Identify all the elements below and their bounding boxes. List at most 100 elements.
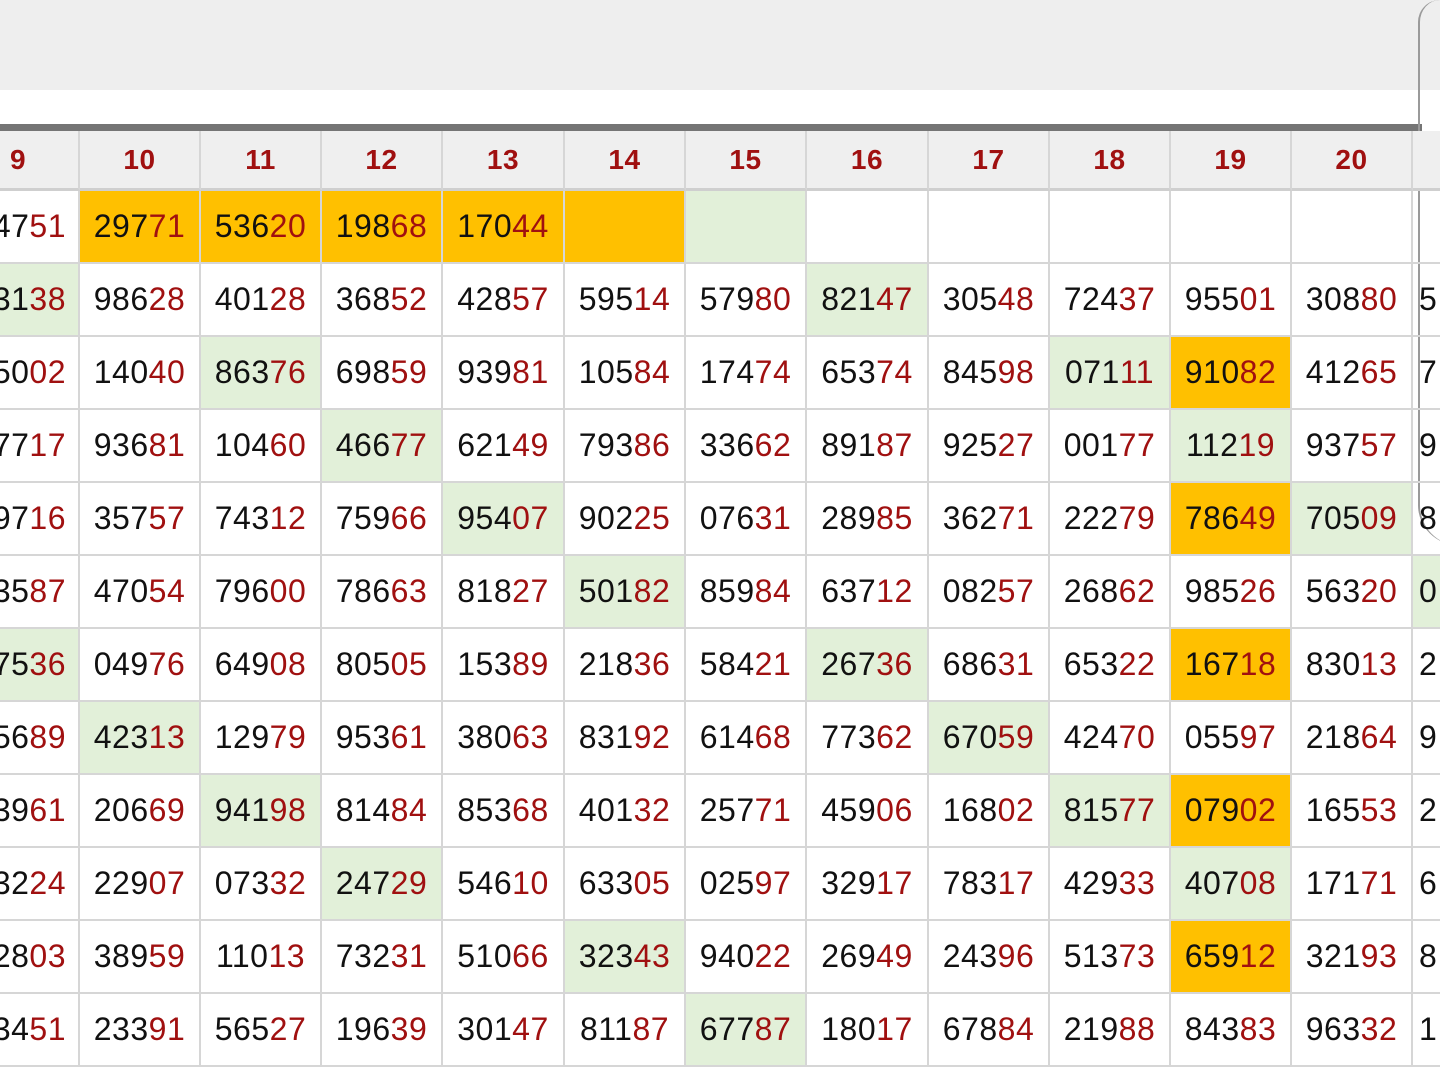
result-cell[interactable]: 986 28 [80,264,201,337]
result-cell[interactable]: 821 47 [807,264,929,337]
result-cell[interactable]: 267 36 [807,629,929,702]
result-cell[interactable] [1050,191,1171,264]
result-cell[interactable]: 2803 [0,921,80,994]
result-cell[interactable]: 171 71 [1292,848,1413,921]
result-cell[interactable]: 218 64 [1292,702,1413,775]
result-cell[interactable]: 941 98 [201,775,322,848]
result-cell[interactable]: 614 68 [686,702,807,775]
result-cell[interactable]: 936 81 [80,410,201,483]
result-cell[interactable]: 786 49 [1171,483,1292,556]
result-cell[interactable]: 830 13 [1292,629,1413,702]
result-cell[interactable]: 786 63 [322,556,443,629]
result-cell[interactable]: 536 20 [201,191,322,264]
result-cell[interactable]: 910 82 [1171,337,1292,410]
result-cell[interactable]: 222 79 [1050,483,1171,556]
result-cell[interactable]: 407 08 [1171,848,1292,921]
result-cell[interactable]: 513 73 [1050,921,1171,994]
result-cell[interactable]: 423 13 [80,702,201,775]
result-cell[interactable]: 937 57 [1292,410,1413,483]
result-cell[interactable]: 621 49 [443,410,565,483]
result-cell[interactable]: 055 97 [1171,702,1292,775]
result-cell[interactable] [1171,191,1292,264]
result-cell[interactable]: 329 17 [807,848,929,921]
result-cell[interactable]: 198 68 [322,191,443,264]
result-cell[interactable]: 321 93 [1292,921,1413,994]
result-cell[interactable]: 743 12 [201,483,322,556]
result-cell[interactable]: 140 40 [80,337,201,410]
result-cell[interactable]: 783 17 [929,848,1050,921]
result-cell[interactable]: 362 71 [929,483,1050,556]
result-cell[interactable]: 815 77 [1050,775,1171,848]
result-cell[interactable]: 985 26 [1171,556,1292,629]
result-cell[interactable]: 670 59 [929,702,1050,775]
result-cell[interactable]: 297 71 [80,191,201,264]
result-cell[interactable]: 796 00 [201,556,322,629]
result-cell[interactable]: 953 61 [322,702,443,775]
result-cell[interactable]: 5002 [0,337,80,410]
result-cell[interactable]: 049 76 [80,629,201,702]
result-cell[interactable]: 174 74 [686,337,807,410]
result-cell[interactable] [1413,191,1440,264]
result-cell[interactable]: 323 43 [565,921,686,994]
result-cell[interactable]: 336 62 [686,410,807,483]
result-cell[interactable]: 110 13 [201,921,322,994]
result-cell[interactable]: 401 32 [565,775,686,848]
result-cell[interactable]: 3587 [0,556,80,629]
result-cell[interactable]: 001 77 [1050,410,1171,483]
result-cell[interactable]: 633 05 [565,848,686,921]
result-cell[interactable]: 2 [1413,775,1440,848]
result-cell[interactable]: 389 59 [80,921,201,994]
result-cell[interactable]: 653 22 [1050,629,1171,702]
result-cell[interactable]: 9 [1413,410,1440,483]
result-cell[interactable]: 233 91 [80,994,201,1067]
result-cell[interactable]: 814 84 [322,775,443,848]
result-cell[interactable]: 939 81 [443,337,565,410]
result-cell[interactable]: 963 32 [1292,994,1413,1067]
result-cell[interactable]: 168 02 [929,775,1050,848]
result-cell[interactable]: 940 22 [686,921,807,994]
result-cell[interactable]: 368 52 [322,264,443,337]
result-cell[interactable]: 9 [1413,702,1440,775]
result-cell[interactable]: 470 54 [80,556,201,629]
result-cell[interactable]: 653 74 [807,337,929,410]
result-cell[interactable]: 219 88 [1050,994,1171,1067]
result-cell[interactable]: 7536 [0,629,80,702]
result-cell[interactable]: 7 [1413,337,1440,410]
result-cell[interactable]: 732 31 [322,921,443,994]
result-cell[interactable]: 459 06 [807,775,929,848]
result-cell[interactable]: 129 79 [201,702,322,775]
result-cell[interactable]: 595 14 [565,264,686,337]
result-cell[interactable]: 3224 [0,848,80,921]
result-cell[interactable]: 686 31 [929,629,1050,702]
result-cell[interactable]: 305 48 [929,264,1050,337]
result-cell[interactable]: 891 87 [807,410,929,483]
result-cell[interactable]: 579 80 [686,264,807,337]
result-cell[interactable]: 501 82 [565,556,686,629]
result-cell[interactable]: 859 84 [686,556,807,629]
result-cell[interactable]: 773 62 [807,702,929,775]
result-cell[interactable]: 510 66 [443,921,565,994]
result-cell[interactable]: 380 63 [443,702,565,775]
result-cell[interactable]: 6 [1413,848,1440,921]
result-cell[interactable]: 759 66 [322,483,443,556]
result-cell[interactable]: 677 87 [686,994,807,1067]
result-cell[interactable]: 167 18 [1171,629,1292,702]
result-cell[interactable]: 229 07 [80,848,201,921]
result-cell[interactable]: 269 49 [807,921,929,994]
result-cell[interactable]: 308 80 [1292,264,1413,337]
result-cell[interactable]: 401 28 [201,264,322,337]
result-cell[interactable]: 243 96 [929,921,1050,994]
result-cell[interactable]: 954 07 [443,483,565,556]
result-cell[interactable]: 546 10 [443,848,565,921]
result-cell[interactable]: 659 12 [1171,921,1292,994]
result-cell[interactable]: 3451 [0,994,80,1067]
result-cell[interactable]: 079 02 [1171,775,1292,848]
result-cell[interactable]: 5 [1413,264,1440,337]
result-cell[interactable]: 165 53 [1292,775,1413,848]
result-cell[interactable]: 925 27 [929,410,1050,483]
result-cell[interactable] [929,191,1050,264]
result-cell[interactable]: 196 39 [322,994,443,1067]
result-cell[interactable]: 3138 [0,264,80,337]
result-cell[interactable]: 0 [1413,556,1440,629]
result-cell[interactable]: 649 08 [201,629,322,702]
